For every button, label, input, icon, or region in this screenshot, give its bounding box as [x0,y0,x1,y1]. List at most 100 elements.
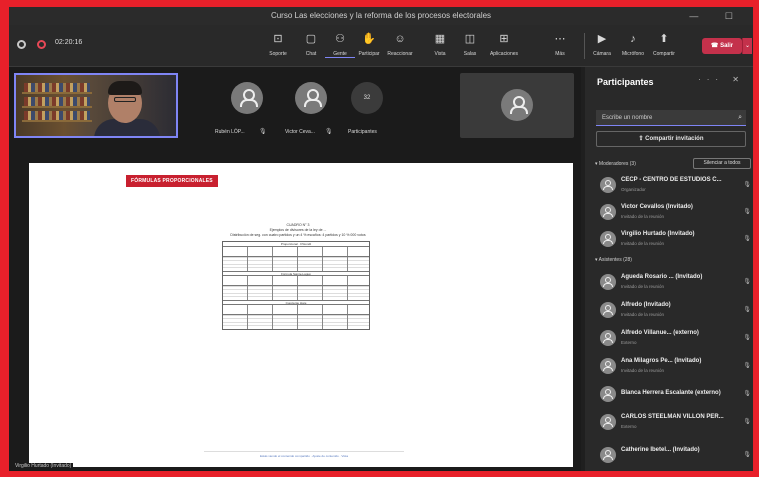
doc-table: Proporcional · D'Hondt Fórmula Sainte-La… [222,241,370,330]
slide-badge: FÓRMULAS PROPORCIONALES [126,175,218,187]
camera-icon: ▶ [597,33,607,45]
share-button[interactable]: ⬆ Compartir [649,32,679,57]
search-input[interactable]: Escribe un nombre ⌕ [596,110,746,126]
microphone-icon: ♪ [630,33,636,45]
avatar [600,204,616,220]
grid-icon: ▦ [434,33,446,45]
participants-panel: Participantes ··· ✕ Escribe un nombre ⌕ ⇪… [585,67,753,471]
rooms-button[interactable]: ◫ Salas [455,32,485,57]
participant-count-label: Participantes [348,129,377,135]
mic-icon: 🎙 [743,209,751,215]
avatar [600,274,616,290]
window-controls[interactable]: — ☐ [689,7,745,25]
speaker-glasses [114,97,136,102]
person-icon [239,89,258,107]
recording-icon [37,40,46,49]
support-icon: ⊡ [273,33,283,45]
video-tile-empty[interactable] [460,73,574,138]
toolbar-divider [584,33,585,59]
avatar[interactable] [231,82,263,114]
list-item[interactable]: Agueda Rosario ... (Invitado) Invitado de… [595,270,753,294]
window-titlebar: Curso Las elecciones y la reforma de los… [9,7,753,25]
avatar [600,302,616,318]
list-item[interactable]: Alfredo (Invitado) Invitado de la reunión… [595,298,753,322]
mic-icon: 🎙 [743,279,751,285]
chat-icon: ▢ [305,33,317,45]
shelf [22,92,92,94]
shelf [22,120,92,122]
view-button[interactable]: ▦ Vista [425,32,455,57]
microphone-button[interactable]: ♪ Micrófono [618,32,648,57]
presenter-name-label: Virgilio Hurtado (Invitado) [13,463,74,469]
avatar [600,414,616,430]
search-icon: ⌕ [738,114,742,121]
list-item[interactable]: CARLOS STEELMAN VILLON PER... Externo 🎙 [595,410,753,434]
bookshelf [24,83,90,92]
mic-icon: 🎙 [743,391,751,397]
table-rows [223,257,369,271]
phone-icon: ☎ [710,43,719,49]
participant-count-badge[interactable]: 32 [351,82,383,114]
more-button[interactable]: ⋯ Más [545,32,575,57]
avatar [600,231,616,247]
person-icon [509,96,528,114]
share-icon: ⬆ [659,33,669,45]
chat-button[interactable]: ▢ Chat [296,32,326,57]
avatar [501,89,533,121]
table-col-headers [223,247,369,257]
list-item[interactable]: Blanca Herrera Escalante (externo) 🎙 [595,382,753,406]
meeting-stage: Rubén LÓP... 🎙 Victor Ceva... 🎙 32 Parti… [9,67,581,471]
scanned-document: CUADRO N° 3 Ejemplos de divisores de la … [214,223,382,443]
person-icon [303,89,322,107]
people-button[interactable]: ⚇ Gente [325,32,355,58]
list-item[interactable]: Virgilio Hurtado (Invitado) Invitado de l… [595,227,753,251]
video-tile-presenter[interactable] [14,73,178,138]
tile-name: Rubén LÓP... [215,129,245,135]
smiley-icon: ☺ [394,33,406,45]
leave-button[interactable]: ☎ Salir [702,38,742,54]
apps-icon: ⊞ [499,33,509,45]
list-item[interactable]: Alfredo Villanue... (externo) Externo 🎙 [595,326,753,350]
mic-icon: 🎙 [743,236,751,242]
doc-line: Distribución de seg. con cuatro partidos… [230,233,366,237]
mic-icon: 🎙 [743,182,751,188]
avatar [600,386,616,402]
rooms-icon: ◫ [464,33,476,45]
mic-icon: 🎙 [259,129,267,135]
table-rows [223,286,369,300]
raise-hand-button[interactable]: ✋ Participar [354,32,384,57]
shared-screen[interactable]: FÓRMULAS PROPORCIONALES CUADRO N° 3 Ejem… [29,163,573,467]
list-item[interactable]: Ana Milagros Pe... (Invitado) Invitado de… [595,354,753,378]
table-col-headers [223,305,369,315]
window-title: Curso Las elecciones y la reforma de los… [270,11,492,20]
share-invite-button[interactable]: ⇪ Compartir invitación [596,131,746,147]
react-button[interactable]: ☺ Reaccionar [385,32,415,57]
close-icon[interactable]: ··· ✕ [698,75,745,84]
speaker-hair [108,81,142,95]
table-col-headers [223,276,369,286]
avatar [600,330,616,346]
mic-icon: 🎙 [743,452,751,458]
mic-icon: 🎙 [743,419,751,425]
leave-dropdown-button[interactable]: ⌄ [742,38,752,54]
mic-icon: 🎙 [743,307,751,313]
attendees-section[interactable]: ▾ Asistentes (28) [595,257,632,263]
meeting-timer: 02:20:16 [55,39,83,46]
mic-icon: 🎙 [743,363,751,369]
bookshelf [24,97,90,106]
list-item[interactable]: CECP - CENTRO DE ESTUDIOS C... Organizado… [595,173,753,197]
camera-button[interactable]: ▶ Cámara [587,32,617,57]
panel-title: Participantes [597,77,654,87]
mute-all-button[interactable]: Silenciar a todos [693,158,751,169]
people-icon: ⚇ [335,33,345,45]
list-item[interactable]: Catherine Ibetel... (Invitado) 🎙 [595,443,753,467]
support-button[interactable]: ⊡ Soporte [263,32,293,57]
list-item[interactable]: Victor Cevallos (Invitado) Invitado de la… [595,200,753,224]
bookshelf [24,111,90,120]
apps-button[interactable]: ⊞ Aplicaciones [489,32,519,57]
teams-window: Curso Las elecciones y la reforma de los… [9,7,753,471]
moderators-section[interactable]: ▾ Moderadores (3) [595,161,636,167]
avatar [600,447,616,463]
avatar[interactable] [295,82,327,114]
share-footer[interactable]: Estás viendo el contenido compartido · A… [204,451,404,459]
